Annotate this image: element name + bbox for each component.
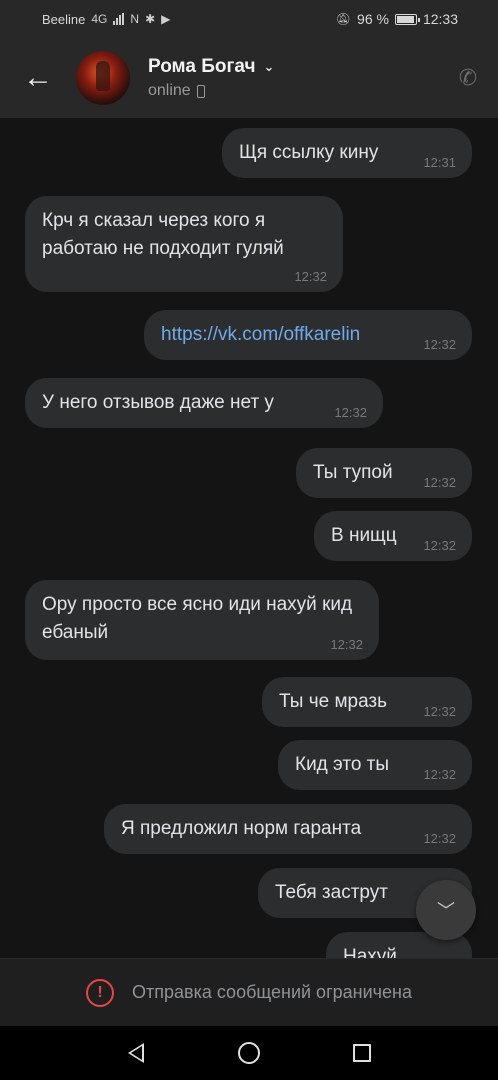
message-time: 12:31	[423, 155, 456, 170]
back-button[interactable]: ←	[0, 38, 76, 118]
bluetooth-icon: ✱	[145, 12, 156, 26]
chevron-down-icon: ⌄	[263, 59, 275, 74]
outgoing-message[interactable]: Щя ссылку кину 12:31	[222, 128, 472, 178]
outgoing-message[interactable]: Я предложил норм гаранта 12:32	[104, 804, 472, 854]
signal-icon	[113, 13, 125, 25]
nav-home-button[interactable]	[229, 1033, 269, 1073]
status-right: 🔕︎ 96 % 12:33	[336, 11, 458, 27]
message-text: Ты тупой	[313, 462, 393, 483]
restriction-text: Отправка сообщений ограничена	[132, 982, 412, 1002]
message-time: 12:32	[423, 831, 456, 846]
message-text: Нахуй	[343, 946, 397, 958]
message-text: Щя ссылку кину	[239, 142, 379, 163]
chat-header: ← Рома Богач ⌄ online ✆	[0, 38, 498, 118]
contact-status: online	[148, 82, 191, 99]
network-label: 4G	[91, 12, 108, 26]
warning-icon: !	[86, 978, 114, 1007]
message-time: 12:32	[423, 475, 456, 490]
message-text: Ору просто все ясно иди нахуй кид ебаный	[42, 594, 353, 643]
arrow-left-icon: ←	[23, 61, 53, 94]
call-button[interactable]: ✆	[438, 38, 498, 118]
status-bar: Beeline 4G N ✱ ▶ 🔕︎ 96 % 12:33	[0, 0, 498, 38]
outgoing-message[interactable]: Ты че мразь 12:32	[262, 677, 472, 727]
message-text: В нищц	[331, 525, 397, 546]
nav-back-icon	[128, 1043, 145, 1063]
status-left: Beeline 4G N ✱ ▶	[42, 12, 170, 27]
incoming-message[interactable]: У него отзывов даже нет у 12:32	[25, 378, 383, 428]
chevron-down-icon: ﹀	[437, 901, 455, 921]
mobile-icon	[196, 84, 205, 98]
message-time: 12:32	[423, 538, 456, 553]
message-time: 12:32	[423, 337, 456, 352]
message-time: 12:32	[423, 704, 456, 719]
message-time: 12:32	[334, 405, 367, 420]
nav-recent-button[interactable]	[342, 1033, 382, 1073]
incoming-message[interactable]: Крч я сказал через кого я работаю не под…	[25, 196, 343, 292]
nfc-icon: N	[130, 12, 140, 26]
clock: 12:33	[422, 11, 458, 27]
nav-home-icon	[237, 1042, 260, 1064]
message-time: 12:32	[294, 269, 327, 284]
message-text: Тебя заструт	[275, 882, 388, 903]
outgoing-message[interactable]: https://vk.com/offkarelin 12:32	[144, 310, 472, 360]
message-list[interactable]: Щя ссылку кину 12:31 Крч я сказал через ко…	[0, 118, 498, 958]
contact-name: Рома Богач	[148, 56, 256, 77]
message-time: 12:32	[330, 637, 363, 652]
message-text: Крч я сказал через кого я работаю не под…	[42, 210, 284, 259]
message-text: Ты че мразь	[279, 691, 388, 712]
mute-icon: 🔕︎	[335, 12, 352, 26]
contact-info[interactable]: Рома Богач ⌄ online	[148, 56, 438, 100]
incoming-message[interactable]: Ору просто все ясно иди нахуй кид ебаный…	[25, 580, 379, 660]
battery-percent: 96 %	[357, 11, 389, 27]
phone-icon: ✆	[458, 65, 478, 90]
message-time: 12:32	[423, 767, 456, 782]
restriction-banner: ! Отправка сообщений ограничена	[0, 958, 498, 1026]
outgoing-message[interactable]: В нищц 12:32	[314, 511, 472, 561]
scroll-down-button[interactable]: ﹀	[416, 880, 476, 940]
outgoing-message[interactable]: Ты тупой 12:32	[296, 448, 472, 498]
system-nav-bar	[0, 1026, 498, 1080]
nav-back-button[interactable]	[116, 1033, 156, 1073]
play-icon: ▶	[161, 12, 171, 26]
battery-icon	[394, 13, 420, 25]
carrier-label: Beeline	[42, 11, 86, 27]
message-link[interactable]: https://vk.com/offkarelin	[161, 321, 406, 349]
message-text: Кид это ты	[295, 754, 390, 775]
message-text: Я предложил норм гаранта	[121, 818, 362, 839]
nav-recent-icon	[352, 1044, 371, 1062]
message-text: У него отзывов даже нет у	[42, 392, 274, 413]
outgoing-message[interactable]: Кид это ты 12:32	[278, 740, 472, 790]
avatar[interactable]	[76, 51, 130, 105]
